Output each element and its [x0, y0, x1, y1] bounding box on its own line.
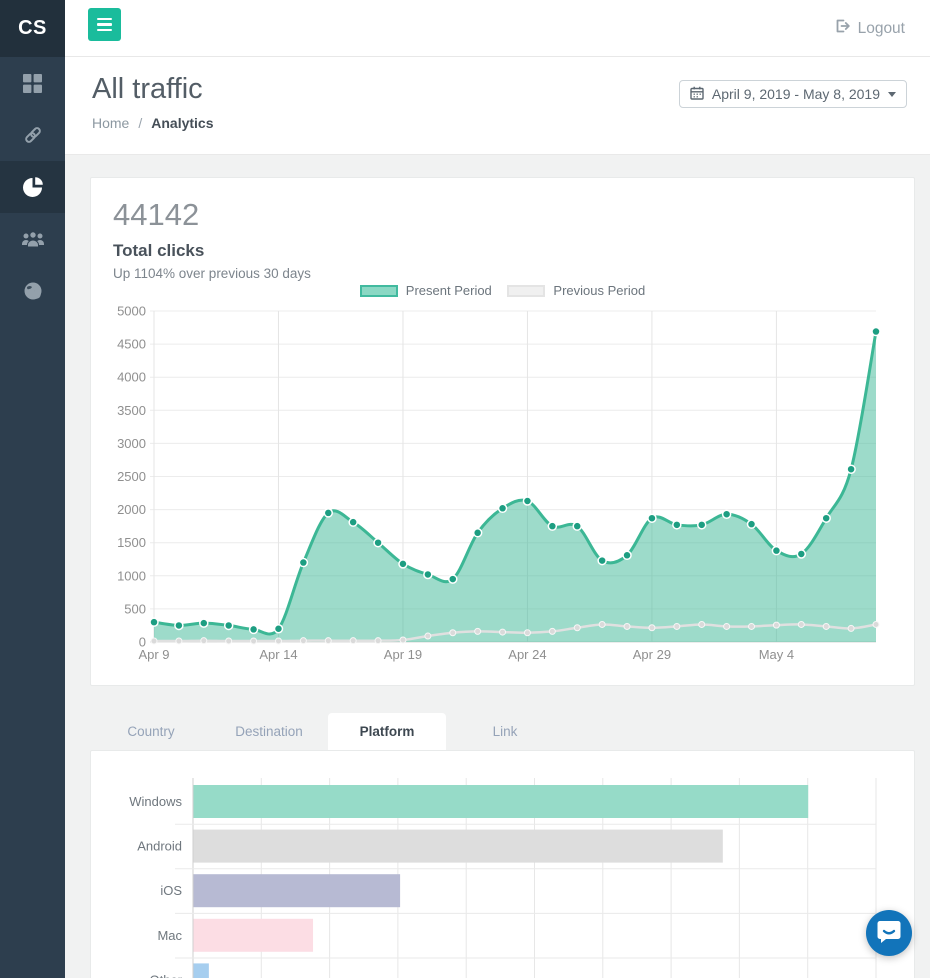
breakdown-tabs: CountryDestinationPlatformLink — [92, 713, 930, 750]
users-icon — [21, 231, 45, 248]
logout-label: Logout — [858, 20, 905, 38]
chat-launcher-button[interactable] — [866, 910, 912, 956]
total-clicks-value: 44142 — [113, 198, 892, 232]
topbar: Logout — [65, 0, 930, 57]
breadcrumb-separator: / — [138, 115, 142, 131]
sidebar-toggle-button[interactable] — [88, 8, 121, 41]
sidebar-item-domains[interactable] — [0, 265, 65, 317]
total-clicks-label: Total clicks — [113, 241, 892, 261]
legend-previous-swatch — [507, 285, 545, 297]
tab-link[interactable]: Link — [446, 713, 564, 750]
svg-text:May 4: May 4 — [759, 647, 794, 662]
page-header: All traffic Home/Analytics April 9, 2019… — [65, 57, 930, 155]
svg-text:2000: 2000 — [117, 502, 146, 517]
logout-link[interactable]: Logout — [834, 0, 905, 57]
platform-bar-chart: Windows Android iOS Mac Other — [113, 765, 892, 978]
svg-text:Apr 14: Apr 14 — [259, 647, 297, 662]
svg-text:3000: 3000 — [117, 436, 146, 451]
svg-text:4000: 4000 — [117, 370, 146, 385]
svg-text:Apr 29: Apr 29 — [633, 647, 671, 662]
legend-previous: Previous Period — [507, 283, 645, 298]
chevron-down-icon — [888, 92, 896, 97]
dashboard-grid-icon — [23, 74, 42, 93]
svg-text:Apr 9: Apr 9 — [138, 647, 169, 662]
tab-destination[interactable]: Destination — [210, 713, 328, 750]
svg-text:Windows: Windows — [129, 794, 182, 809]
calendar-icon — [690, 86, 704, 103]
total-clicks-delta: Up 1104% over previous 30 days — [113, 266, 892, 281]
main-area: Logout All traffic Home/Analytics April … — [65, 0, 930, 978]
sidebar: CS — [0, 0, 65, 978]
legend-present-swatch — [360, 285, 398, 297]
svg-text:Android: Android — [137, 839, 182, 854]
total-clicks-card: 44142 Total clicks Up 1104% over previou… — [90, 177, 915, 686]
svg-text:iOS: iOS — [160, 883, 182, 898]
breadcrumb: Home / Analytics — [92, 115, 930, 131]
svg-text:4500: 4500 — [117, 337, 146, 352]
sidebar-item-dashboard[interactable] — [0, 57, 65, 109]
chart-legend: Present Period Previous Period — [113, 283, 892, 301]
breadcrumb-current: Analytics — [151, 115, 213, 131]
date-range-picker[interactable]: April 9, 2019 - May 8, 2019 — [679, 80, 907, 108]
sidebar-item-analytics[interactable] — [0, 161, 65, 213]
svg-text:Mac: Mac — [157, 928, 182, 943]
svg-text:3500: 3500 — [117, 403, 146, 418]
svg-text:500: 500 — [124, 601, 146, 616]
legend-present: Present Period — [360, 283, 492, 298]
total-clicks-line-chart: 0500100015002000250030003500400045005000… — [113, 301, 892, 663]
breadcrumb-home-link[interactable]: Home — [92, 115, 129, 131]
svg-text:Apr 19: Apr 19 — [384, 647, 422, 662]
platform-breakdown-card: Windows Android iOS Mac Other — [90, 750, 915, 978]
svg-text:Other: Other — [149, 972, 182, 978]
svg-text:2500: 2500 — [117, 469, 146, 484]
pie-chart-icon — [22, 176, 44, 198]
sidebar-item-users[interactable] — [0, 213, 65, 265]
legend-present-label: Present Period — [406, 283, 492, 298]
date-range-label: April 9, 2019 - May 8, 2019 — [712, 86, 880, 102]
sidebar-item-links[interactable] — [0, 109, 65, 161]
link-chain-icon — [22, 124, 44, 146]
svg-text:Apr 24: Apr 24 — [508, 647, 546, 662]
legend-previous-label: Previous Period — [553, 283, 645, 298]
tab-country[interactable]: Country — [92, 713, 210, 750]
content: 44142 Total clicks Up 1104% over previou… — [65, 155, 930, 978]
svg-text:1500: 1500 — [117, 535, 146, 550]
svg-text:5000: 5000 — [117, 304, 146, 319]
svg-text:1000: 1000 — [117, 568, 146, 583]
tab-platform[interactable]: Platform — [328, 713, 446, 750]
logout-icon — [834, 18, 850, 39]
globe-icon — [23, 281, 43, 301]
chat-bubble-icon — [876, 918, 902, 949]
app-logo: CS — [0, 0, 65, 57]
